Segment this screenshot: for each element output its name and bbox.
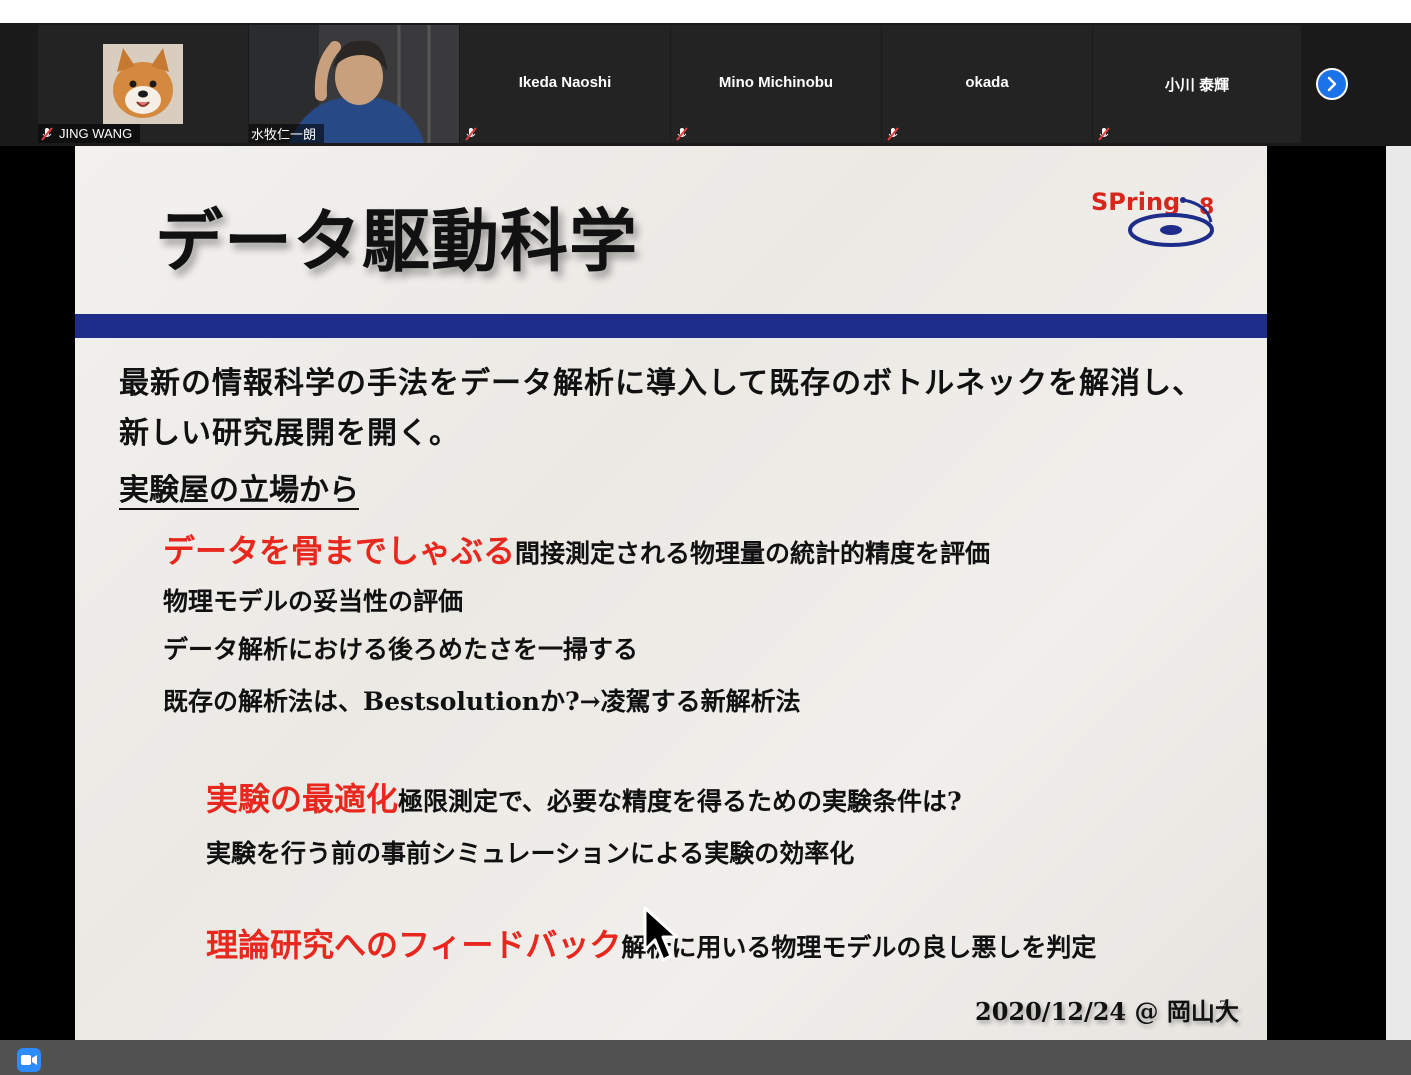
- participant-tile-active-speaker[interactable]: 水牧仁一朗: [249, 25, 459, 143]
- mic-muted-icon: [676, 127, 688, 141]
- lead-line-1: 最新の情報科学の手法をデータ解析に導入して既存のボトルネックを解消し、: [119, 366, 1204, 401]
- participant-label-text: JING WANG: [59, 126, 133, 141]
- participant-name: 小川 泰輝: [1164, 77, 1230, 94]
- participant-tile-ikeda[interactable]: Ikeda Naoshi: [460, 25, 670, 143]
- participant-strip: JING WANG 水牧仁一朗 Ikeda Naoshi Mino Michin…: [0, 23, 1411, 146]
- participant-tile-okada[interactable]: okada: [882, 25, 1092, 143]
- window-top-bar: [0, 0, 1411, 23]
- participant-label: JING WANG: [38, 124, 141, 143]
- bullet-item: 実験を行う前の事前シミュレーションによる実験の効率化: [206, 839, 855, 868]
- bullet-item: 既存の解析法は、Bestsolutionか?→凌駕する新解析法: [163, 687, 801, 716]
- bullet-highlight: 実験の最適化: [206, 780, 399, 818]
- next-participants-button[interactable]: [1316, 68, 1348, 100]
- mic-muted-icon: [1098, 127, 1110, 141]
- participant-label: 水牧仁一朗: [249, 124, 325, 143]
- slide-title: データ駆動科学: [155, 202, 639, 282]
- bullet-text: 間接測定される物理量の統計的精度を評価: [515, 539, 991, 568]
- video-camera-icon: [21, 1055, 37, 1065]
- bullet-item: 物理モデルの妥当性の評価: [163, 587, 464, 616]
- bullet-highlight: 理論研究へのフィードバック: [206, 926, 622, 964]
- bullet-text: 極限測定で、必要な精度を得るための実験条件は?: [398, 787, 962, 816]
- participant-tile-mino[interactable]: Mino Michinobu: [671, 25, 881, 143]
- zoom-app-icon[interactable]: [17, 1048, 41, 1072]
- dog-avatar-image: [103, 44, 183, 124]
- svg-text:SPring: SPring: [1091, 188, 1180, 216]
- participant-name: Ikeda Naoshi: [518, 74, 612, 91]
- participant-tile-ogawa[interactable]: 小川 泰輝: [1093, 25, 1301, 143]
- bottom-bar: [0, 1040, 1411, 1075]
- mouse-pointer-icon: [643, 906, 679, 962]
- mic-muted-icon: [41, 126, 53, 141]
- bullet-item: 実験の最適化極限測定で、必要な精度を得るための実験条件は?: [206, 774, 962, 820]
- chevron-right-icon: [1327, 76, 1337, 92]
- mic-muted-icon: [887, 127, 899, 141]
- participant-name: okada: [965, 74, 1009, 91]
- bullet-highlight: データを骨までしゃぶる: [163, 532, 516, 570]
- participant-tile-jing-wang[interactable]: JING WANG: [38, 25, 248, 143]
- bullet-item: データを骨までしゃぶる間接測定される物理量の統計的精度を評価: [163, 526, 990, 572]
- bullet-text: 解析に用いる物理モデルの良し悪しを判定: [621, 933, 1097, 962]
- lead-line-2: 新しい研究展開を開く。: [119, 416, 460, 451]
- shared-screen-area: データ駆動科学 SPring 8 最新の情報科学の手法をデータ解析に導入して既存…: [0, 146, 1411, 1040]
- bullet-item: データ解析における後ろめたさを一掃する: [163, 635, 639, 664]
- title-divider: [75, 314, 1267, 338]
- mic-muted-icon: [465, 127, 477, 141]
- slide-footer: 2020/12/24 @ 岡山大: [975, 997, 1239, 1026]
- section-heading: 実験屋の立場から: [119, 473, 359, 510]
- slide-page-number: 7: [1219, 999, 1228, 1014]
- spring8-logo: SPring 8: [1091, 188, 1214, 247]
- participant-label-text: 水牧仁一朗: [251, 127, 317, 142]
- participant-name: Mino Michinobu: [718, 74, 834, 91]
- right-gutter: [1386, 146, 1411, 1040]
